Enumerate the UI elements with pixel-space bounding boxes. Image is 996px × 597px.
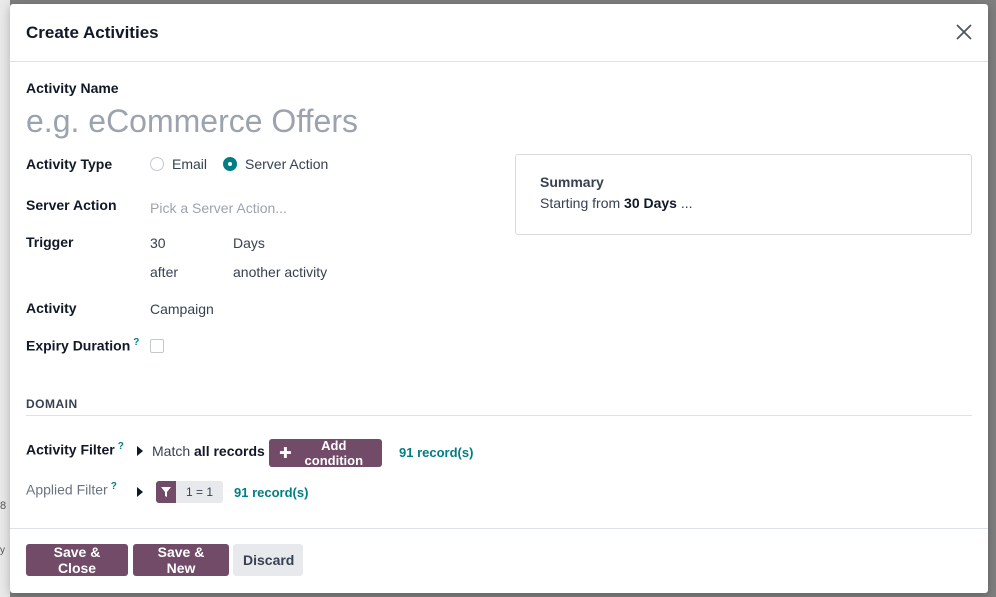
background-page: 8 y	[0, 0, 10, 597]
dialog-header: Create Activities	[10, 4, 988, 62]
radio-label: Server Action	[245, 156, 329, 172]
applied-filter-record-count[interactable]: 91 record(s)	[234, 485, 308, 500]
add-condition-button[interactable]: ✚ Add condition	[269, 438, 382, 468]
activity-name-input[interactable]	[26, 100, 486, 142]
radio-label: Email	[172, 156, 208, 172]
discard-button[interactable]: Discard	[233, 544, 303, 576]
close-icon	[956, 24, 972, 40]
domain-section-title: DOMAIN	[26, 397, 78, 411]
match-records-text: Match all records	[152, 443, 265, 459]
expiry-duration-label: Expiry Duration?	[26, 337, 139, 354]
activity-filter-label-text: Activity Filter	[26, 441, 115, 458]
server-action-input[interactable]	[150, 197, 470, 219]
activity-value[interactable]: Campaign	[150, 301, 214, 317]
summary-title: Summary	[540, 174, 604, 190]
activity-filter-record-count[interactable]: 91 record(s)	[399, 445, 473, 460]
activity-type-email-radio[interactable]: Email	[150, 156, 207, 172]
summary-panel: Summary Starting from 30 Days ...	[515, 154, 972, 235]
activity-type-radio-group: Email Server Action	[150, 156, 344, 172]
expand-caret-icon[interactable]	[137, 487, 143, 497]
applied-filter-chip[interactable]: 1 = 1	[156, 481, 224, 503]
summary-suffix: ...	[680, 195, 693, 211]
help-icon[interactable]: ?	[111, 481, 117, 492]
summary-duration: 30 Days	[624, 195, 677, 211]
expiry-duration-label-text: Expiry Duration	[26, 337, 131, 354]
summary-text: Starting from 30 Days ...	[540, 195, 693, 211]
applied-filter-label-text: Applied Filter	[26, 481, 108, 498]
activity-label: Activity	[26, 300, 77, 316]
trigger-reference-select[interactable]: another activity	[233, 264, 327, 280]
add-condition-label: Add condition	[304, 438, 364, 468]
summary-prefix: Starting from	[540, 195, 621, 211]
dialog-title: Create Activities	[26, 23, 159, 42]
help-icon[interactable]: ?	[118, 441, 124, 452]
trigger-unit-select[interactable]: Days	[233, 235, 265, 251]
expiry-duration-checkbox[interactable]	[150, 339, 164, 353]
trigger-interval-field[interactable]: 30	[150, 235, 166, 251]
applied-filter-label: Applied Filter?	[26, 481, 117, 498]
section-divider	[26, 415, 972, 416]
radio-checked-icon	[223, 157, 238, 171]
footer-divider	[10, 528, 988, 529]
server-action-label: Server Action	[26, 197, 117, 213]
save-new-button[interactable]: Save & New	[133, 544, 229, 576]
help-icon[interactable]: ?	[133, 337, 139, 348]
activity-name-label: Activity Name	[26, 80, 119, 96]
activity-filter-label: Activity Filter?	[26, 441, 124, 458]
plus-icon: ✚	[279, 445, 292, 462]
close-button[interactable]	[954, 22, 974, 42]
trigger-when-select[interactable]: after	[150, 264, 178, 280]
match-scope: all records	[194, 443, 265, 459]
activity-type-server-action-radio[interactable]: Server Action	[223, 156, 328, 172]
expand-caret-icon[interactable]	[137, 446, 143, 456]
match-prefix: Match	[152, 443, 191, 459]
activity-type-label: Activity Type	[26, 156, 113, 172]
background-text: y	[0, 545, 5, 556]
background-text: 8	[0, 500, 7, 512]
create-activities-dialog: Create Activities Activity Name Activity…	[10, 4, 988, 593]
trigger-label: Trigger	[26, 234, 74, 250]
save-close-button[interactable]: Save & Close	[26, 544, 128, 576]
filter-expression: 1 = 1	[176, 481, 224, 503]
radio-unchecked-icon	[150, 157, 164, 171]
filter-icon	[156, 481, 176, 503]
